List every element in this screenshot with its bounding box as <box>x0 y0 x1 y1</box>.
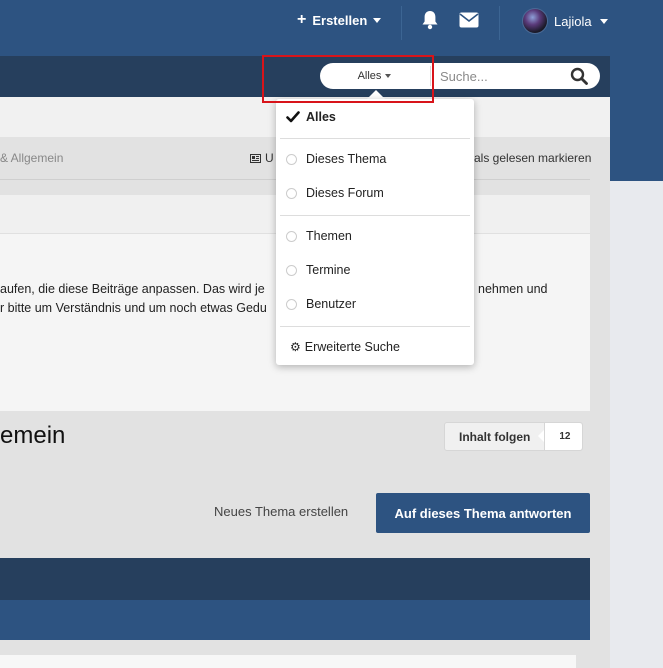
advanced-search-label: Erweiterte Suche <box>304 340 400 354</box>
notice-text-line: aufen, die diese Beiträge anpassen. Das … <box>0 282 265 296</box>
menu-item-label: Dieses Thema <box>306 152 387 166</box>
page-title: emein <box>0 422 66 449</box>
highlight-box <box>262 55 434 103</box>
topic-list-subheader <box>0 600 590 640</box>
header-divider <box>499 6 500 40</box>
menu-item-label: Benutzer <box>306 297 357 311</box>
caret-down-icon <box>373 17 382 23</box>
envelope-icon <box>459 12 479 28</box>
menu-item-label: Themen <box>306 229 352 243</box>
check-icon <box>286 111 300 123</box>
user-name: Lajiola <box>554 13 592 29</box>
menu-item-alles[interactable]: Alles <box>276 104 474 130</box>
unread-content-link[interactable]: U <box>250 151 274 165</box>
newspaper-icon <box>250 153 261 163</box>
menu-item-benutzer[interactable]: Benutzer <box>276 291 474 317</box>
topic-list-header <box>0 558 590 600</box>
radio-icon <box>286 153 297 165</box>
follow-button[interactable]: Inhalt folgen 12 <box>444 422 584 451</box>
gear-icon: ⚙ <box>290 340 301 354</box>
notifications-button[interactable] <box>421 10 439 33</box>
create-label: Erstellen <box>312 12 368 28</box>
notice-text-line: r bitte um Verständnis und um noch etwas… <box>0 301 267 315</box>
header-divider <box>401 6 402 40</box>
new-topic-button[interactable]: Neues Thema erstellen <box>214 504 348 519</box>
follower-count-badge: 12 <box>538 423 583 450</box>
user-menu[interactable]: Lajiola <box>522 8 608 34</box>
avatar <box>522 8 548 34</box>
header-right-strip <box>610 56 663 181</box>
search-button[interactable] <box>570 67 588 88</box>
menu-divider <box>280 138 470 139</box>
messages-button[interactable] <box>459 12 479 31</box>
radio-icon <box>286 298 297 310</box>
advanced-search-link[interactable]: ⚙ Erweiterte Suche <box>276 334 474 360</box>
menu-divider <box>280 215 470 216</box>
search-type-menu: Alles Dieses Thema Dieses Forum Themen T… <box>276 99 474 365</box>
menu-item-termine[interactable]: Termine <box>276 257 474 283</box>
bell-icon <box>422 11 438 30</box>
menu-item-dieses-forum[interactable]: Dieses Forum <box>276 180 474 206</box>
follow-label: Inhalt folgen <box>459 429 531 444</box>
menu-divider <box>280 326 470 327</box>
search-icon <box>570 67 588 85</box>
menu-item-label: Alles <box>306 110 336 124</box>
menu-item-dieses-thema[interactable]: Dieses Thema <box>276 146 474 172</box>
topic-list-row <box>0 655 576 668</box>
breadcrumb[interactable]: & Allgemein <box>0 151 63 165</box>
menu-item-label: Termine <box>306 263 351 277</box>
mark-read-link[interactable]: als gelesen markieren <box>474 151 591 165</box>
menu-item-label: Dieses Forum <box>306 186 384 200</box>
notice-text-line-end: nehmen und <box>478 282 548 296</box>
radio-icon <box>286 187 297 199</box>
radio-icon <box>286 230 297 242</box>
menu-item-themen[interactable]: Themen <box>276 223 474 249</box>
radio-icon <box>286 264 297 276</box>
plus-icon: + <box>297 11 307 28</box>
create-button[interactable]: + Erstellen <box>297 11 382 29</box>
caret-down-icon <box>599 18 608 24</box>
reply-button[interactable]: Auf dieses Thema antworten <box>376 493 590 533</box>
search-input[interactable] <box>436 64 570 88</box>
unread-label: U <box>265 151 274 165</box>
